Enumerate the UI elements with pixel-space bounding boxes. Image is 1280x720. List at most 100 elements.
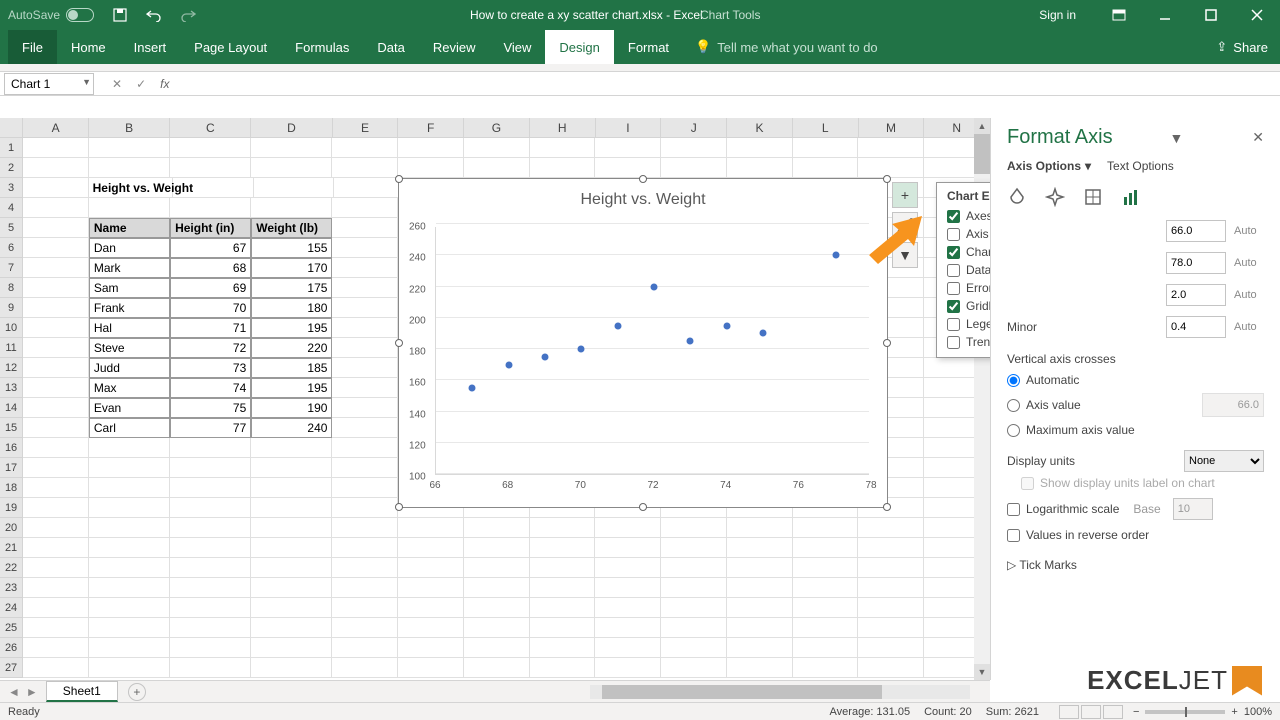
cell[interactable]: 185 — [251, 358, 332, 378]
cell[interactable] — [332, 238, 398, 258]
sheet-tab-sheet1[interactable]: Sheet1 — [46, 681, 118, 702]
cell[interactable] — [251, 138, 332, 158]
cell[interactable] — [595, 638, 661, 658]
cell[interactable] — [251, 158, 332, 178]
chart-element-checkbox[interactable] — [947, 282, 960, 295]
row-header[interactable]: 16 — [0, 438, 23, 458]
name-box[interactable]: Chart 1▼ — [4, 73, 94, 95]
row-header[interactable]: 17 — [0, 458, 23, 478]
cell[interactable] — [23, 158, 89, 178]
cell[interactable] — [793, 618, 859, 638]
cell[interactable] — [23, 598, 89, 618]
cell[interactable] — [793, 658, 859, 678]
cell[interactable]: Evan — [89, 398, 170, 418]
cell[interactable] — [89, 598, 170, 618]
cell[interactable] — [89, 638, 170, 658]
cell[interactable] — [661, 578, 727, 598]
cell[interactable] — [170, 518, 251, 538]
add-sheet-button[interactable]: + — [128, 683, 146, 701]
cell[interactable] — [170, 558, 251, 578]
row-header[interactable]: 2 — [0, 158, 23, 178]
cell[interactable] — [793, 638, 859, 658]
cell[interactable]: Hal — [89, 318, 170, 338]
col-header[interactable]: M — [859, 118, 925, 137]
horizontal-scrollbar[interactable] — [590, 685, 970, 699]
cell[interactable] — [595, 518, 661, 538]
cell[interactable] — [251, 478, 332, 498]
cell[interactable] — [398, 138, 464, 158]
col-header[interactable]: G — [464, 118, 530, 137]
tab-file[interactable]: File — [8, 30, 57, 64]
cell[interactable] — [595, 578, 661, 598]
cell[interactable] — [661, 638, 727, 658]
cell[interactable] — [23, 278, 89, 298]
share-button[interactable]: ⇪ Share — [1216, 30, 1268, 64]
row-header[interactable]: 23 — [0, 578, 23, 598]
cell[interactable] — [23, 538, 89, 558]
cell[interactable] — [23, 298, 89, 318]
cell[interactable] — [332, 458, 398, 478]
cell[interactable] — [398, 618, 464, 638]
tab-review[interactable]: Review — [419, 30, 490, 64]
cell[interactable] — [858, 158, 924, 178]
chart-plot-area[interactable] — [435, 227, 869, 475]
cell[interactable]: 74 — [170, 378, 251, 398]
cell[interactable] — [793, 558, 859, 578]
col-header[interactable]: A — [23, 118, 89, 137]
units-major-input[interactable] — [1166, 284, 1226, 306]
cell[interactable]: 190 — [251, 398, 332, 418]
cell[interactable] — [89, 438, 170, 458]
effects-icon[interactable] — [1045, 187, 1065, 210]
row-header[interactable]: 5 — [0, 218, 23, 238]
cell[interactable]: Weight (lb) — [251, 218, 332, 238]
cell[interactable]: 155 — [251, 238, 332, 258]
tab-insert[interactable]: Insert — [120, 30, 181, 64]
cell[interactable] — [398, 558, 464, 578]
cell[interactable] — [251, 618, 332, 638]
cell[interactable] — [661, 618, 727, 638]
tab-design[interactable]: Design — [545, 30, 613, 64]
redo-icon[interactable] — [180, 7, 196, 23]
row-header[interactable]: 7 — [0, 258, 23, 278]
cell[interactable]: 195 — [251, 378, 332, 398]
cell[interactable]: 73 — [170, 358, 251, 378]
cell[interactable] — [170, 158, 251, 178]
save-icon[interactable] — [112, 7, 128, 23]
cell[interactable] — [23, 238, 89, 258]
bounds-max-input[interactable] — [1166, 252, 1226, 274]
cell[interactable] — [89, 518, 170, 538]
chart-element-checkbox[interactable] — [947, 210, 960, 223]
cell[interactable] — [89, 498, 170, 518]
cell[interactable] — [464, 538, 530, 558]
units-minor-input[interactable] — [1166, 316, 1226, 338]
cell[interactable] — [89, 158, 170, 178]
cell[interactable] — [464, 158, 530, 178]
cell[interactable] — [595, 158, 661, 178]
cell[interactable] — [170, 538, 251, 558]
cell[interactable] — [89, 478, 170, 498]
cell[interactable] — [23, 338, 89, 358]
axis-options-tab[interactable]: Axis Options ▾ — [1007, 159, 1091, 173]
cell[interactable] — [530, 538, 596, 558]
cell[interactable]: Name — [89, 218, 170, 238]
chart-title[interactable]: Height vs. Weight — [399, 191, 887, 209]
cell[interactable] — [727, 658, 793, 678]
cell[interactable]: Carl — [89, 418, 170, 438]
data-point[interactable] — [832, 252, 839, 259]
cell[interactable] — [595, 538, 661, 558]
undo-icon[interactable] — [146, 7, 162, 23]
cell[interactable] — [23, 198, 89, 218]
row-header[interactable]: 3 — [0, 178, 23, 198]
cell[interactable] — [332, 638, 398, 658]
cell[interactable] — [858, 558, 924, 578]
cell[interactable]: Height vs. Weight — [89, 178, 173, 198]
cell[interactable] — [332, 498, 398, 518]
cell[interactable] — [23, 358, 89, 378]
col-header[interactable]: H — [530, 118, 596, 137]
cell[interactable] — [251, 638, 332, 658]
cell[interactable] — [170, 638, 251, 658]
col-header[interactable]: C — [170, 118, 251, 137]
cell[interactable] — [332, 258, 398, 278]
cell[interactable]: 240 — [251, 418, 332, 438]
row-header[interactable]: 15 — [0, 418, 23, 438]
